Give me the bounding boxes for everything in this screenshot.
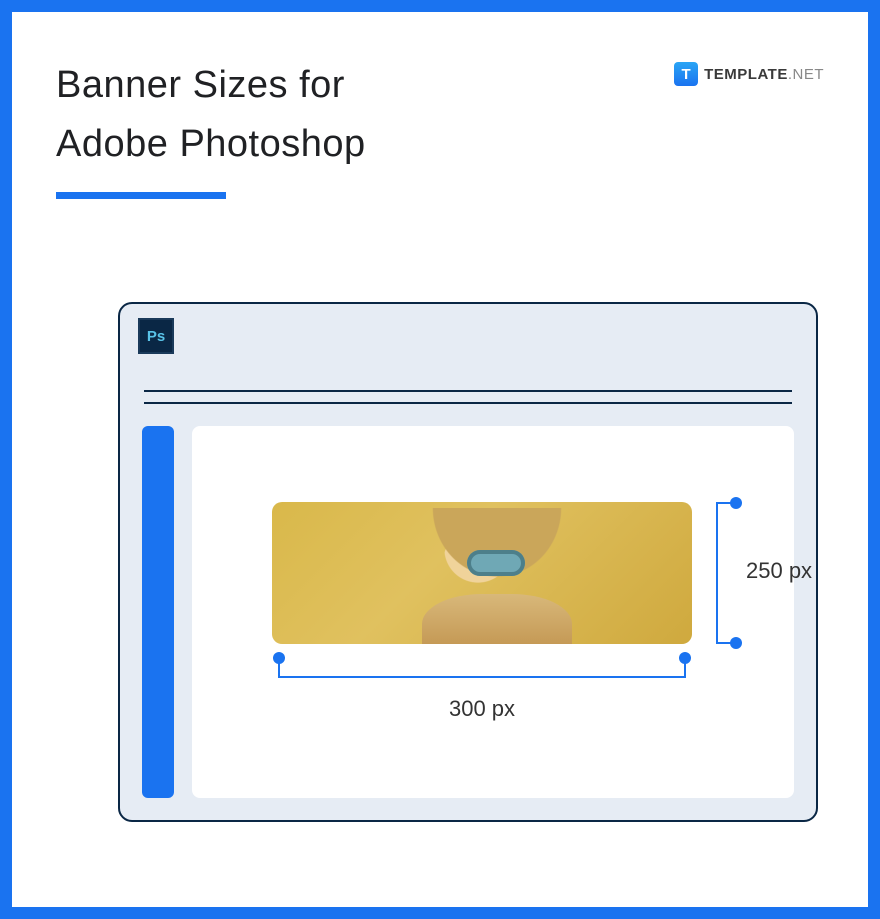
width-dimension-bar — [278, 658, 686, 682]
dimension-endpoint-icon — [273, 652, 285, 664]
window-body: 250 px 300 px — [142, 426, 794, 798]
image-detail — [422, 594, 572, 644]
brand-logo: T TEMPLATE.NET — [674, 62, 824, 86]
sidebar-strip — [142, 426, 174, 798]
image-detail — [422, 508, 572, 588]
height-label: 250 px — [746, 558, 812, 584]
menu-lines — [144, 390, 792, 404]
logo-badge-icon: T — [674, 62, 698, 86]
logo-text: TEMPLATE.NET — [704, 66, 824, 83]
menu-line — [144, 390, 792, 392]
width-label: 300 px — [278, 696, 686, 722]
logo-brand: TEMPLATE — [704, 66, 788, 83]
width-dimension: 300 px — [278, 658, 686, 722]
banner-preview-image — [272, 502, 692, 644]
title-block: Banner Sizes for Adobe Photoshop — [56, 56, 366, 199]
canvas-area: 250 px 300 px — [192, 426, 794, 798]
height-dimension-bar — [716, 502, 740, 644]
dimension-line — [716, 502, 718, 644]
dimension-line — [278, 676, 686, 678]
photoshop-icon: Ps — [138, 318, 174, 354]
dimension-endpoint-icon — [730, 497, 742, 509]
app-window: Ps 2 — [118, 302, 818, 822]
page-title-line2: Adobe Photoshop — [56, 115, 366, 174]
menu-line — [144, 402, 792, 404]
dimension-endpoint-icon — [730, 637, 742, 649]
dimension-endpoint-icon — [679, 652, 691, 664]
height-dimension: 250 px — [702, 502, 802, 644]
header: Banner Sizes for Adobe Photoshop T TEMPL… — [56, 56, 824, 199]
document-frame: Banner Sizes for Adobe Photoshop T TEMPL… — [0, 0, 880, 919]
logo-ext: .NET — [788, 66, 824, 83]
page-title-line1: Banner Sizes for — [56, 56, 366, 115]
window-titlebar: Ps — [120, 304, 816, 376]
title-underline — [56, 192, 226, 199]
